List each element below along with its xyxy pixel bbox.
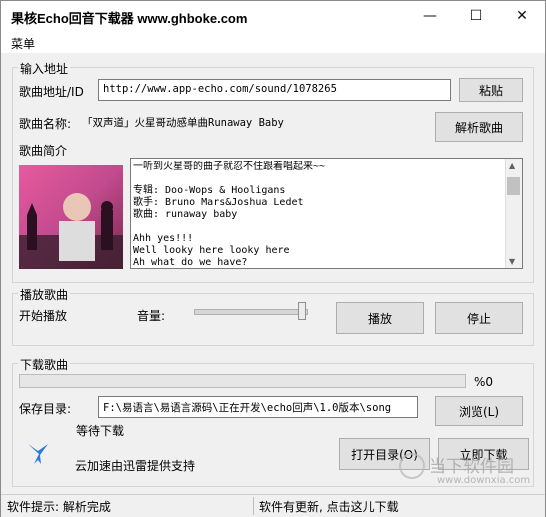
status-hint: 软件提示: 解析完成 [7,500,111,514]
song-intro-text[interactable]: 一听到火星哥的曲子就忍不住跟着唱起来~~ 专辑: Doo-Wops & Hool… [130,158,523,269]
play-button[interactable]: 播放 [336,302,424,334]
album-cover-image [19,165,123,269]
save-dir-input[interactable]: F:\易语言\易语言源码\正在开发\echo回声\1.0版本\song [98,396,418,418]
minimize-button[interactable]: — [407,1,453,31]
app-window: 果核Echo回音下载器 www.ghboke.com — ☐ ✕ 菜单 输入地址… [0,0,546,517]
status-bar: 软件提示: 解析完成 软件有更新, 点击这儿下载 [1,494,545,517]
download-song-legend: 下载歌曲 [18,356,71,373]
song-name-value: 「双声道」火星哥动感单曲Runaway Baby [82,117,284,129]
scroll-down-icon[interactable]: ▼ [509,257,515,266]
window-title: 果核Echo回音下载器 www.ghboke.com [11,11,248,26]
download-progress-text: %0 [474,375,494,389]
paste-button[interactable]: 粘贴 [459,78,523,102]
thunder-bird-icon [25,441,51,467]
volume-label: 音量: [137,309,166,323]
menu-item-main[interactable]: 菜单 [11,35,35,52]
input-address-legend: 输入地址 [18,60,71,77]
watermark-url: www.downxia.com [437,475,531,486]
download-wait-text: 等待下载 [76,424,125,438]
status-separator [253,497,254,515]
song-url-label: 歌曲地址/ID [19,85,84,99]
save-dir-label: 保存目录: [19,402,72,416]
parse-song-button[interactable]: 解析歌曲 [435,112,523,142]
play-status-text: 开始播放 [19,309,68,323]
scroll-thumb[interactable] [507,177,520,195]
maximize-button[interactable]: ☐ [453,1,499,31]
stop-button[interactable]: 停止 [435,302,523,334]
accel-support-text: 云加速由迅雷提供支持 [75,459,196,473]
song-url-input[interactable]: http://www.app-echo.com/sound/1078265 [98,79,451,101]
title-bar: 果核Echo回音下载器 www.ghboke.com — ☐ ✕ [1,1,545,33]
watermark-logo-icon [399,453,425,479]
volume-slider-handle[interactable] [298,302,306,320]
intro-scrollbar[interactable]: ▲ ▼ [505,159,522,268]
song-intro-label: 歌曲简介 [19,144,68,158]
song-name-label: 歌曲名称: [19,117,72,131]
close-button[interactable]: ✕ [499,1,545,31]
menu-bar: 菜单 [1,33,545,53]
volume-slider-track[interactable] [194,309,308,315]
browse-button[interactable]: 浏览(L) [435,396,523,426]
song-intro-content: 一听到火星哥的曲子就忍不住跟着唱起来~~ 专辑: Doo-Wops & Hool… [133,161,326,268]
play-song-legend: 播放歌曲 [18,286,71,303]
scroll-up-icon[interactable]: ▲ [509,161,515,170]
watermark-brand: 当下软件园 [429,457,514,477]
download-progress-bar [19,374,466,388]
status-update-link[interactable]: 软件有更新, 点击这儿下载 [259,498,399,515]
